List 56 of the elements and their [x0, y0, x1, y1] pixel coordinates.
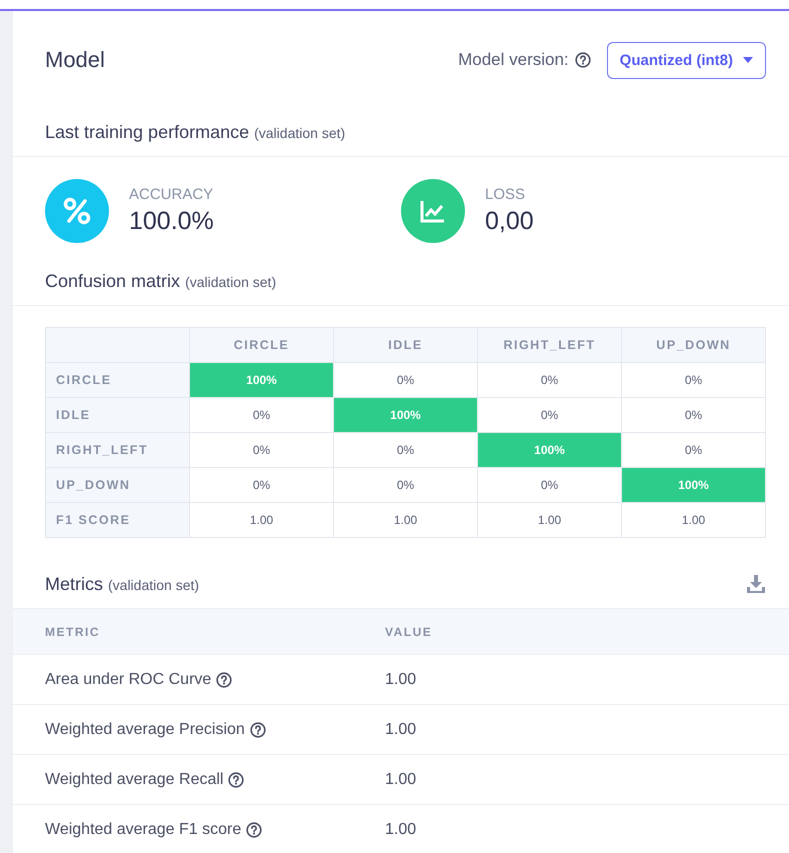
- metric-name: Weighted average F1 score: [45, 820, 242, 838]
- section-note: (validation set): [254, 124, 346, 140]
- row-header: CIRCLE: [46, 362, 190, 398]
- stat-label: ACCURACY: [129, 186, 214, 203]
- section-title: Last training performance: [45, 122, 250, 142]
- metric-name: Area under ROC Curve: [45, 670, 212, 688]
- row-header: IDLE: [46, 398, 190, 432]
- matrix-cell: 1.00: [190, 502, 334, 538]
- metric-value: 1.00: [384, 804, 789, 853]
- section-note: (validation set): [185, 274, 276, 290]
- metric-value: 1.00: [384, 704, 789, 754]
- download-icon[interactable]: [746, 574, 766, 594]
- matrix-cell: 100%: [622, 468, 766, 502]
- metric-name: Weighted average Precision: [45, 720, 245, 738]
- matrix-cell: 0%: [622, 398, 766, 432]
- row-header: UP_DOWN: [46, 468, 190, 502]
- column-header: CIRCLE: [190, 328, 334, 362]
- metric-name: Weighted average Recall: [45, 770, 224, 788]
- section-title: Metrics: [45, 574, 103, 594]
- help-icon[interactable]: [574, 52, 591, 68]
- row-header: RIGHT_LEFT: [46, 432, 190, 468]
- matrix-cell: 0%: [478, 468, 622, 502]
- caret-icon: [743, 57, 753, 63]
- matrix-cell: 1.00: [622, 502, 766, 538]
- section-title: Confusion matrix: [45, 270, 180, 292]
- column-header: METRIC: [13, 609, 384, 654]
- stat-label: LOSS: [485, 186, 526, 203]
- matrix-cell: 0%: [334, 432, 478, 468]
- row-header: F1 SCORE: [46, 502, 190, 538]
- section-note: (validation set): [108, 576, 200, 592]
- help-icon[interactable]: [246, 822, 262, 838]
- matrix-cell: 100%: [478, 432, 622, 468]
- matrix-cell: 100%: [190, 362, 334, 398]
- help-icon[interactable]: [216, 672, 232, 688]
- metric-value: 1.00: [384, 654, 789, 704]
- metric-value: 1.00: [384, 754, 789, 804]
- matrix-cell: 0%: [190, 468, 334, 502]
- help-icon[interactable]: [228, 772, 244, 788]
- matrix-cell: 0%: [334, 468, 478, 502]
- matrix-cell: 100%: [334, 398, 478, 432]
- stat-value: 0,00: [485, 207, 534, 236]
- matrix-cell: 1.00: [478, 502, 622, 538]
- matrix-cell: 0%: [190, 432, 334, 468]
- column-header: IDLE: [334, 328, 478, 362]
- column-header: VALUE: [384, 609, 789, 654]
- matrix-cell: 1.00: [334, 502, 478, 538]
- version-dropdown[interactable]: Quantized (int8): [606, 42, 766, 78]
- column-header: RIGHT_LEFT: [478, 328, 622, 362]
- matrix-cell: 0%: [622, 362, 766, 398]
- matrix-cell: 0%: [478, 362, 622, 398]
- model-title: Model: [45, 47, 106, 73]
- matrix-cell: 0%: [190, 398, 334, 432]
- stat-value: 100.0%: [129, 207, 214, 236]
- column-header: UP_DOWN: [622, 328, 766, 362]
- help-icon[interactable]: [250, 722, 266, 738]
- version-label: Model version:: [458, 50, 569, 70]
